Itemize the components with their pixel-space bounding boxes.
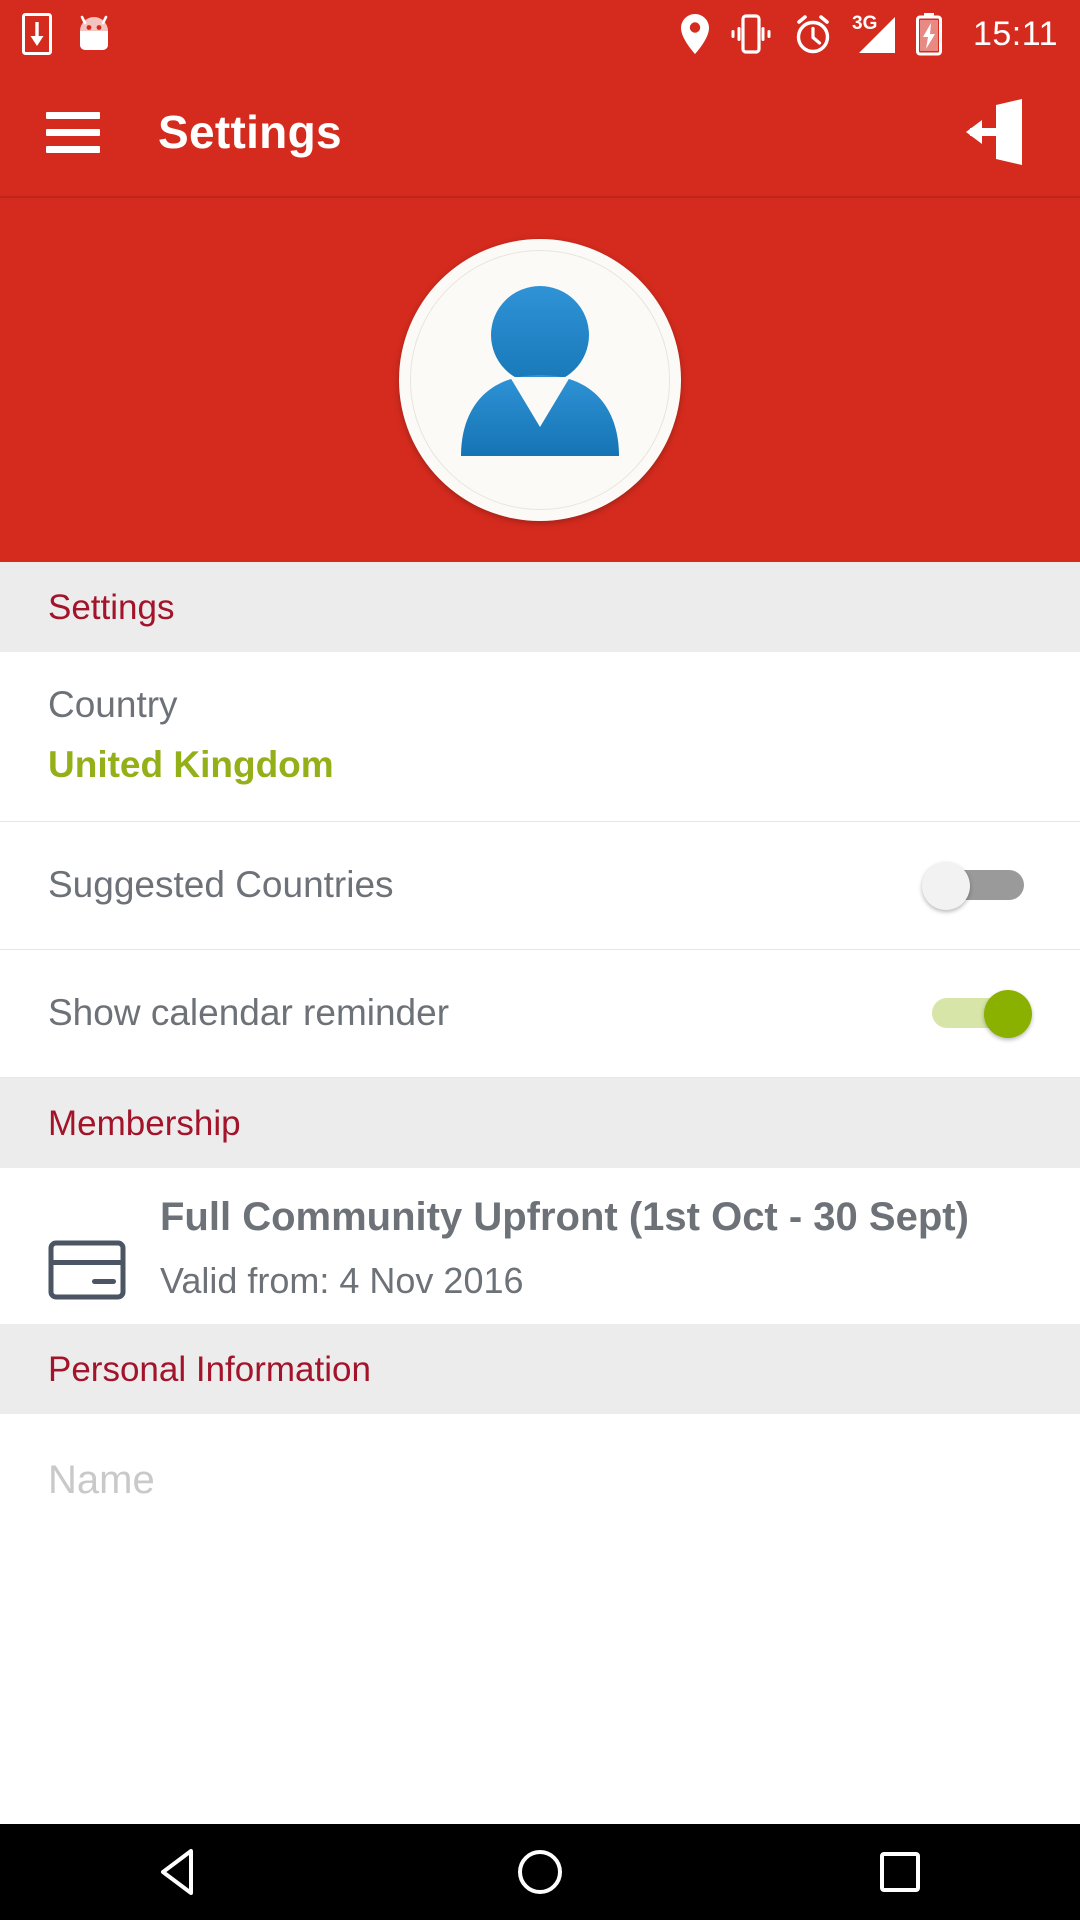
membership-valid-from: Valid from: 4 Nov 2016 <box>160 1259 524 1301</box>
membership-plan-title: Full Community Upfront (1st Oct - 30 Sep… <box>160 1194 969 1239</box>
status-bar: 3G 15:11 <box>0 0 1080 68</box>
toggle-thumb <box>984 990 1032 1038</box>
user-avatar-icon <box>461 286 619 456</box>
logout-icon[interactable] <box>960 95 1034 169</box>
status-bar-clock: 15:11 <box>972 14 1058 53</box>
section-header-personal-information: Personal Information <box>0 1323 1080 1414</box>
country-value: United Kingdom <box>48 744 334 786</box>
battery-charging-icon <box>915 13 942 56</box>
section-header-membership: Membership <box>0 1077 1080 1168</box>
row-country[interactable]: Country United Kingdom <box>0 652 1080 822</box>
android-navigation-bar <box>0 1824 1080 1920</box>
row-membership[interactable]: Full Community Upfront (1st Oct - 30 Sep… <box>0 1167 1080 1324</box>
toggle-thumb <box>922 862 970 910</box>
page-title: Settings <box>158 106 342 158</box>
name-input-placeholder[interactable]: Name <box>48 1458 1032 1503</box>
hamburger-menu-icon[interactable] <box>46 102 100 163</box>
download-icon <box>22 13 52 55</box>
nav-home-button[interactable] <box>450 1824 630 1920</box>
row-name-field[interactable]: Name <box>0 1413 1080 1503</box>
svg-text:3G: 3G <box>852 13 877 34</box>
location-icon <box>680 14 709 54</box>
country-label: Country <box>48 684 178 725</box>
credit-card-icon <box>48 1240 126 1299</box>
membership-details: Full Community Upfront (1st Oct - 30 Sep… <box>160 1194 1032 1302</box>
status-bar-right-icons: 3G 15:11 <box>679 11 1058 57</box>
alarm-icon <box>796 15 830 54</box>
phone-screen: 3G 15:11 Settings Settings Country Unite… <box>0 0 1080 1920</box>
avatar-inner-ring <box>410 250 670 510</box>
app-bar: Settings <box>0 68 1080 196</box>
home-circle-icon <box>518 1850 562 1894</box>
vibrate-icon <box>731 14 771 54</box>
android-mascot-icon <box>80 15 108 50</box>
row-suggested-countries[interactable]: Suggested Countries <box>0 821 1080 950</box>
row-calendar-reminder[interactable]: Show calendar reminder <box>0 949 1080 1078</box>
calendar-reminder-label: Show calendar reminder <box>48 991 450 1033</box>
recents-square-icon <box>880 1852 920 1892</box>
suggested-countries-toggle[interactable] <box>922 862 1032 910</box>
calendar-reminder-toggle[interactable] <box>922 990 1032 1038</box>
profile-hero <box>0 196 1080 562</box>
3g-signal-icon: 3G <box>852 13 895 53</box>
suggested-countries-label: Suggested Countries <box>48 863 394 905</box>
nav-recents-button[interactable] <box>810 1824 990 1920</box>
nav-back-button[interactable] <box>90 1824 270 1920</box>
section-header-settings: Settings <box>0 562 1080 652</box>
status-bar-left-icons <box>22 13 114 55</box>
back-triangle-icon <box>161 1849 193 1895</box>
avatar[interactable] <box>399 239 681 521</box>
